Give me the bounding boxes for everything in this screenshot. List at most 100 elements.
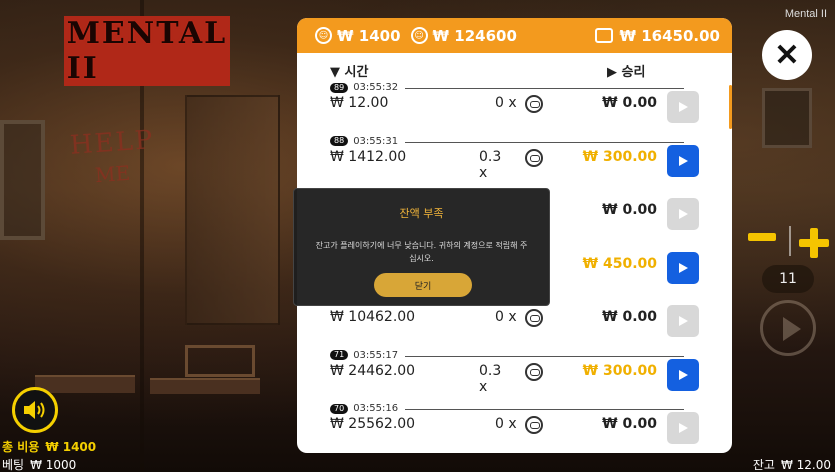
row-win: ₩ 0.00	[602, 202, 657, 218]
dialog-title: 잔액 부족	[399, 207, 444, 220]
close-icon: ✕	[774, 38, 800, 72]
chip-icon	[525, 416, 543, 434]
round-time: 03:55:16	[353, 403, 399, 414]
scrollbar[interactable]	[729, 85, 732, 129]
history-header: ☺ ₩ 1400 ☺ ₩ 124600 ₩ 16450.00	[297, 18, 732, 53]
history-row: 70 03:55:16 ₩ 25562.00 0 x ₩ 0.00	[297, 401, 732, 455]
replay-button[interactable]	[667, 144, 699, 177]
row-win: ₩ 300.00	[582, 148, 657, 165]
decrease-button[interactable]	[748, 233, 776, 241]
close-button[interactable]: ✕	[762, 30, 812, 80]
wall-frame	[0, 120, 45, 240]
replay-button[interactable]	[667, 251, 699, 284]
bet-total: ☺ ₩ 1400	[315, 27, 401, 45]
coin-icon: ☺	[315, 27, 332, 44]
play-icon	[679, 369, 688, 380]
wall-box	[762, 88, 812, 148]
play-icon	[679, 155, 688, 166]
history-row: 71 03:55:17 ₩ 24462.00 0.3 x ₩ 300.00	[297, 348, 732, 402]
round-time: 03:55:31	[353, 135, 399, 147]
row-multiplier: 0.3 x	[479, 148, 502, 181]
background-chair	[185, 345, 255, 377]
row-multiplier: 0.3 x	[479, 362, 502, 395]
count-display: 11	[762, 265, 814, 293]
row-divider	[405, 141, 684, 143]
replay-button[interactable]	[667, 305, 699, 337]
row-multiplier: 0 x	[495, 95, 517, 111]
insufficient-balance-dialog: 잔액 부족 잔고가 플레이하기에 너무 낮습니다. 귀하의 계정으로 적립해 주…	[293, 188, 550, 306]
total-cost-label: 총 비용	[2, 440, 40, 454]
play-icon	[679, 102, 688, 112]
chip-icon	[525, 309, 543, 327]
sort-time[interactable]: ▼ 시간	[330, 61, 368, 80]
round-id: 71	[330, 350, 349, 360]
chip-icon	[525, 148, 543, 167]
background-table	[35, 375, 135, 393]
bet-label: 베팅	[2, 458, 25, 472]
chip-icon	[525, 362, 543, 381]
row-bet: ₩ 10462.00	[330, 309, 416, 325]
row-bet: ₩ 25562.00	[330, 416, 416, 432]
round-id: 89	[330, 82, 349, 93]
wall-graffiti: HELP	[69, 125, 156, 161]
replay-button[interactable]	[667, 198, 699, 230]
bet-value: ₩ 1000	[30, 458, 77, 472]
balance-info: 잔고 ₩ 12.00	[753, 456, 831, 472]
row-win: ₩ 0.00	[602, 416, 657, 432]
wallet-icon	[595, 28, 614, 43]
row-meta: 71 03:55:17	[330, 350, 398, 361]
row-meta: 88 03:55:31	[330, 136, 398, 147]
row-bet: ₩ 24462.00	[330, 362, 416, 379]
column-headers: ▼ 시간 ▶ 승리	[297, 53, 732, 81]
balance-value: ₩ 16450.00	[619, 26, 720, 45]
footer-balance-value: ₩ 12.00	[780, 458, 831, 472]
background-door	[185, 95, 280, 325]
play-icon	[679, 316, 688, 326]
dialog-close-button[interactable]: 닫기	[374, 273, 472, 297]
replay-button[interactable]	[667, 358, 699, 391]
coin-icon: ☺	[410, 27, 428, 44]
sort-win[interactable]: ▶ 승리	[607, 61, 645, 80]
row-divider	[405, 355, 684, 357]
total-cost-value: ₩ 1400	[45, 440, 97, 454]
row-meta: 70 03:55:16	[330, 403, 398, 414]
sound-button[interactable]	[12, 387, 58, 433]
round-time: 03:55:32	[353, 82, 399, 93]
row-win: ₩ 0.00	[602, 309, 657, 325]
row-divider	[405, 88, 684, 89]
win-total-value: ₩ 124600	[432, 26, 517, 45]
bet-total-value: ₩ 1400	[337, 26, 401, 45]
speaker-icon	[24, 401, 45, 419]
play-icon	[679, 262, 688, 273]
row-win: ₩ 300.00	[582, 362, 657, 379]
row-meta: 89 03:55:32	[330, 82, 398, 93]
chip-icon	[525, 95, 543, 113]
row-win: ₩ 450.00	[582, 255, 657, 272]
row-multiplier: 0 x	[495, 416, 517, 432]
replay-button[interactable]	[667, 91, 699, 123]
dialog-message: 잔고가 플레이하기에 너무 낮습니다. 귀하의 계정으로 적립해 주십시오.	[315, 241, 528, 263]
row-bet: ₩ 1412.00	[330, 148, 407, 165]
round-time: 03:55:17	[353, 349, 399, 361]
total-cost: 총 비용 ₩ 1400	[2, 438, 96, 455]
history-row: 89 03:55:32 ₩ 12.00 0 x ₩ 0.00	[297, 80, 732, 134]
row-multiplier: 0 x	[495, 309, 517, 325]
round-id: 70	[330, 403, 349, 414]
control-divider	[789, 226, 791, 256]
spin-button[interactable]	[760, 300, 816, 356]
replay-button[interactable]	[667, 412, 699, 444]
row-divider	[405, 409, 684, 410]
balance-label: 잔고	[752, 458, 775, 472]
background-table	[150, 378, 260, 394]
bet-info: 베팅 ₩ 1000	[2, 456, 76, 472]
row-win: ₩ 0.00	[602, 95, 657, 111]
round-id: 88	[330, 136, 349, 146]
increase-button[interactable]	[799, 228, 829, 258]
play-icon	[679, 423, 688, 433]
balance-total: ₩ 16450.00	[595, 27, 720, 45]
game-logo: MENTAL II	[63, 16, 231, 86]
app-title: Mental II	[784, 8, 827, 20]
row-bet: ₩ 12.00	[330, 95, 389, 111]
wall-graffiti-me: ME	[94, 160, 131, 188]
history-row: 88 03:55:31 ₩ 1412.00 0.3 x ₩ 300.00	[297, 134, 732, 188]
